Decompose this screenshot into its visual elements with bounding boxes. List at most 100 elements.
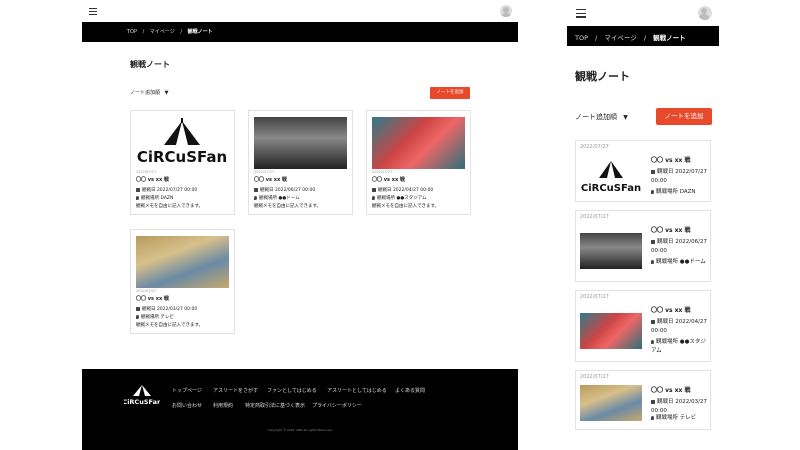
avatar-icon[interactable] bbox=[500, 5, 512, 17]
card-watch-date: 観戦日 2022/04/27 00:00 bbox=[651, 318, 709, 336]
breadcrumb-mypage[interactable]: マイページ bbox=[150, 29, 175, 35]
watch-date-label: 観戦日 bbox=[142, 307, 156, 312]
card-date: 2022/07/27 bbox=[580, 214, 609, 220]
breadcrumb-current: 観戦ノート bbox=[187, 29, 213, 35]
card-date: 2022/07/27 bbox=[254, 170, 275, 174]
add-note-button[interactable]: ノートを追加 bbox=[430, 87, 470, 99]
copyright: Copyright © 2021 CIRC.all rights Reserve… bbox=[267, 428, 333, 432]
breadcrumb-top[interactable]: TOP bbox=[127, 29, 137, 35]
place-label: 観戦場所 bbox=[656, 259, 679, 265]
card-date: 2022/07/27 bbox=[372, 170, 393, 174]
pin-icon bbox=[651, 189, 654, 194]
calendar-icon bbox=[136, 306, 140, 311]
sort-dropdown[interactable]: ノート追加順 ▼ bbox=[130, 89, 168, 96]
place-value: ●●スタジアム bbox=[396, 196, 427, 201]
watch-date-label: 観戦日 bbox=[260, 188, 274, 193]
footer-link-tokushoho[interactable]: 特定商取引法に基づく表示 bbox=[245, 402, 305, 409]
footer-link-faq[interactable]: よくある質問 bbox=[395, 387, 425, 394]
card-place: 観戦場所 ●●ドーム bbox=[651, 258, 709, 267]
calendar-icon bbox=[651, 399, 655, 404]
sort-label: ノート追加順 bbox=[575, 113, 617, 121]
watch-date-label: 観戦日 bbox=[657, 399, 674, 405]
footer-link-top[interactable]: トップページ bbox=[172, 387, 202, 394]
footer-logo[interactable]: CiRCuSFan bbox=[122, 383, 162, 407]
card-date: 2022/07/27 bbox=[580, 294, 609, 300]
footer-link-terms[interactable]: 利用規約 bbox=[213, 402, 233, 409]
note-card[interactable]: 2022/07/27 〇〇 vs xx 戦 観戦日 2022/06/27 00:… bbox=[248, 110, 353, 215]
card-title: 〇〇 vs xx 戦 bbox=[651, 307, 691, 314]
watch-date-value: 2022/03/27 00:00 bbox=[156, 307, 198, 312]
card-watch-date: 観戦日 2022/07/27 00:00 bbox=[136, 187, 197, 193]
card-title: 〇〇 vs xx 戦 bbox=[136, 177, 169, 183]
desktop-view: TOP / マイページ / 観戦ノート 観戦ノート ノート追加順 ▼ ノートを追… bbox=[82, 0, 518, 450]
place-label: 観戦場所 bbox=[259, 196, 277, 201]
card-date: 2022/07/27 bbox=[580, 374, 609, 380]
watch-date-label: 観戦日 bbox=[657, 239, 674, 245]
place-label: 観戦場所 bbox=[377, 196, 395, 201]
note-card[interactable]: 2022/07/27 〇〇 vs xx 戦 観戦日 2022/06/27 00:… bbox=[575, 210, 711, 282]
footer-link-contact[interactable]: お問い合わせ bbox=[172, 402, 202, 409]
watch-date-label: 観戦日 bbox=[657, 319, 674, 325]
card-title: 〇〇 vs xx 戦 bbox=[136, 296, 169, 302]
calendar-icon bbox=[254, 187, 258, 192]
card-title: 〇〇 vs xx 戦 bbox=[651, 227, 691, 234]
avatar-icon[interactable] bbox=[698, 6, 712, 20]
breadcrumb-sep: / bbox=[595, 34, 598, 42]
breadcrumb-top[interactable]: TOP bbox=[575, 34, 588, 42]
watch-date-label: 観戦日 bbox=[142, 188, 156, 193]
note-card[interactable]: 2022/07/27 〇〇 vs xx 戦 観戦日 2022/03/27 00:… bbox=[130, 229, 235, 334]
mobile-header bbox=[567, 0, 719, 26]
pin-icon bbox=[651, 339, 654, 344]
card-memo: 観戦メモを自由に記入できます。 bbox=[136, 204, 204, 209]
hamburger-icon[interactable] bbox=[89, 8, 97, 15]
place-label: 観戦場所 bbox=[656, 189, 679, 195]
footer-link-fan-start[interactable]: ファンとしてはじめる bbox=[267, 387, 317, 394]
sort-label: ノート追加順 bbox=[130, 90, 161, 96]
card-date: 2022/07/27 bbox=[136, 170, 157, 174]
card-memo: 観戦メモを自由に記入できます。 bbox=[254, 204, 322, 209]
pin-icon bbox=[136, 314, 139, 319]
footer-link-athlete-start[interactable]: アスリートとしてはじめる bbox=[327, 387, 387, 394]
add-note-button[interactable]: ノートを追加 bbox=[656, 108, 712, 125]
note-card[interactable]: CiRCuSFan 2022/07/27 〇〇 vs xx 戦 観戦日 2022… bbox=[130, 110, 235, 215]
page-title: 観戦ノート bbox=[575, 70, 630, 83]
breadcrumb: TOP / マイページ / 観戦ノート bbox=[567, 26, 719, 46]
card-watch-date: 観戦日 2022/06/27 00:00 bbox=[651, 238, 709, 256]
footer: CiRCuSFan トップページ アスリートをさがす ファンとしてはじめる アス… bbox=[82, 369, 518, 450]
place-value: DAZN bbox=[160, 196, 174, 201]
calendar-icon bbox=[651, 239, 655, 244]
footer-link-privacy[interactable]: プライバシーポリシー bbox=[312, 402, 362, 409]
pin-icon bbox=[372, 195, 375, 200]
note-card[interactable]: 2022/07/27 CiRCuSFan 〇〇 vs xx 戦 観戦日 2022… bbox=[575, 140, 711, 202]
calendar-icon bbox=[651, 169, 655, 174]
place-label: 観戦場所 bbox=[141, 315, 159, 320]
note-card[interactable]: 2022/07/27 〇〇 vs xx 戦 観戦日 2022/04/27 00:… bbox=[366, 110, 471, 215]
watch-date-label: 観戦日 bbox=[378, 188, 392, 193]
calendar-icon bbox=[372, 187, 376, 192]
breadcrumb-current: 観戦ノート bbox=[653, 34, 686, 42]
circusfan-logo: CiRCuSFan bbox=[580, 159, 642, 195]
card-place: 観戦場所 ●●スタジアム bbox=[651, 338, 709, 356]
watch-date-label: 観戦日 bbox=[657, 169, 674, 175]
place-value: テレビ bbox=[160, 315, 174, 320]
card-photo bbox=[136, 236, 229, 288]
watch-date-value: 2022/04/27 00:00 bbox=[392, 188, 434, 193]
place-label: 観戦場所 bbox=[656, 339, 679, 345]
footer-link-athletes[interactable]: アスリートをさがす bbox=[213, 387, 258, 394]
note-card[interactable]: 2022/07/27 〇〇 vs xx 戦 観戦日 2022/04/27 00:… bbox=[575, 290, 711, 362]
breadcrumb-mypage[interactable]: マイページ bbox=[604, 34, 636, 42]
card-date: 2022/07/27 bbox=[580, 144, 609, 150]
hamburger-icon[interactable] bbox=[576, 9, 586, 18]
breadcrumb-sep: / bbox=[142, 29, 145, 35]
card-photo bbox=[254, 117, 347, 169]
note-card[interactable]: 2022/07/27 〇〇 vs xx 戦 観戦日 2022/03/27 00:… bbox=[575, 370, 711, 430]
watch-date-value: 2022/06/27 00:00 bbox=[274, 188, 316, 193]
card-title: 〇〇 vs xx 戦 bbox=[254, 177, 287, 183]
sort-dropdown[interactable]: ノート追加順 ▼ bbox=[575, 112, 628, 122]
card-place: 観戦場所 ●●スタジアム bbox=[372, 195, 426, 201]
card-place: 観戦場所 ●●ドーム bbox=[254, 195, 300, 201]
calendar-icon bbox=[136, 187, 140, 192]
mobile-view: TOP / マイページ / 観戦ノート 観戦ノート ノート追加順 ▼ ノートを追… bbox=[567, 0, 719, 450]
card-place: 観戦場所 テレビ bbox=[136, 314, 174, 320]
place-value: DAZN bbox=[679, 189, 696, 195]
